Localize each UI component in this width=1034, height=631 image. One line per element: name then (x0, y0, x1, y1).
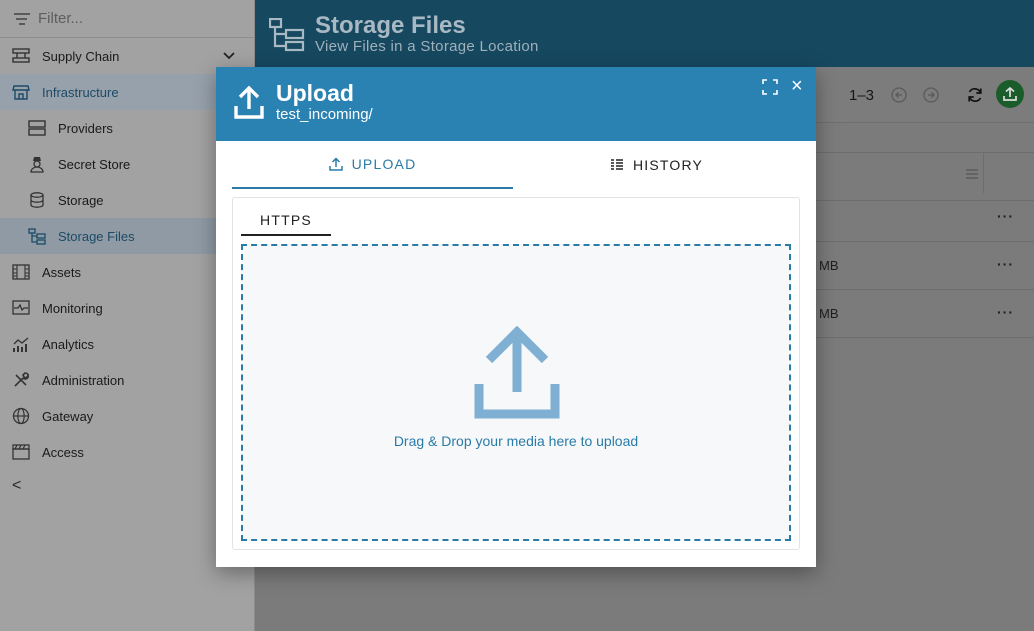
sidebar-item-label: Storage Files (58, 228, 135, 244)
dialog-tabs: UPLOAD HISTORY (232, 141, 800, 189)
drop-zone-text: Drag & Drop your media here to upload (393, 433, 639, 449)
page-header: Storage Files View Files in a Storage Lo… (255, 0, 1034, 67)
sidebar-item-label: Supply Chain (42, 48, 120, 64)
globe-icon (12, 407, 30, 425)
upload-panel: HTTPS Drag & Drop your media here to upl… (232, 197, 800, 550)
file-tree-icon (268, 17, 305, 57)
upload-icon (1003, 86, 1017, 101)
sidebar-item-label: Secret Store (58, 156, 131, 172)
monitor-pulse-icon (12, 299, 30, 317)
sidebar-item-label: Access (42, 444, 84, 460)
dialog-header: Upload test_incoming/ × (216, 67, 816, 141)
refresh-icon[interactable] (966, 86, 984, 104)
sidebar-item-label: Gateway (42, 408, 94, 424)
pagination-range: 1–3 (849, 87, 875, 104)
upload-dialog: Upload test_incoming/ × UPLOAD HISTORY H… (216, 67, 816, 567)
previous-page-icon[interactable] (890, 86, 908, 104)
dialog-title: Upload (276, 80, 354, 106)
filter-placeholder: Filter... (38, 10, 84, 27)
dialog-path: test_incoming/ (276, 106, 373, 123)
expand-icon[interactable] (762, 79, 778, 100)
upload-icon (473, 325, 561, 427)
film-icon (12, 263, 30, 281)
tools-icon (12, 371, 30, 389)
upload-icon (234, 85, 264, 124)
chevron-down-icon[interactable] (222, 48, 236, 65)
size-cell: MB (819, 258, 839, 273)
secret-agent-icon (28, 155, 46, 173)
tab-label: UPLOAD (351, 156, 417, 172)
tab-label: HISTORY (632, 157, 704, 173)
sidebar-item-label: Assets (42, 264, 82, 280)
row-actions-button[interactable]: ··· (997, 208, 1014, 224)
size-cell: MB (819, 306, 839, 321)
filter-icon (14, 12, 30, 26)
sidebar-item-label: Providers (58, 120, 113, 136)
history-list-icon (610, 158, 624, 172)
file-tree-icon (28, 227, 46, 245)
row-actions-button[interactable]: ··· (997, 256, 1014, 272)
server-icon (28, 119, 46, 137)
sidebar-item-label: Monitoring (42, 300, 103, 316)
sidebar-item-label: Storage (58, 192, 104, 208)
upload-button[interactable] (996, 80, 1024, 108)
row-actions-button[interactable]: ··· (997, 304, 1014, 320)
tab-upload[interactable]: UPLOAD (232, 141, 513, 189)
close-button[interactable]: × (791, 76, 803, 96)
infrastructure-icon (12, 83, 30, 101)
upload-icon (328, 157, 343, 171)
sidebar-item-label: Infrastructure (42, 84, 119, 100)
next-page-icon[interactable] (922, 86, 940, 104)
drop-zone[interactable]: Drag & Drop your media here to upload (241, 244, 791, 541)
sidebar-item-label: Administration (42, 372, 125, 388)
supply-chain-icon (12, 47, 30, 65)
database-icon (28, 191, 46, 209)
page-subtitle: View Files in a Storage Location (315, 38, 539, 55)
tab-history[interactable]: HISTORY (516, 141, 797, 189)
clapperboard-icon (12, 443, 30, 461)
collapse-sidebar-button[interactable]: < (12, 477, 21, 495)
sidebar-item-label: Analytics (42, 336, 95, 352)
filter-field[interactable]: Filter... (0, 0, 254, 38)
analytics-icon (12, 335, 30, 353)
page-title: Storage Files (315, 12, 466, 39)
tab-https[interactable]: HTTPS (241, 206, 331, 236)
